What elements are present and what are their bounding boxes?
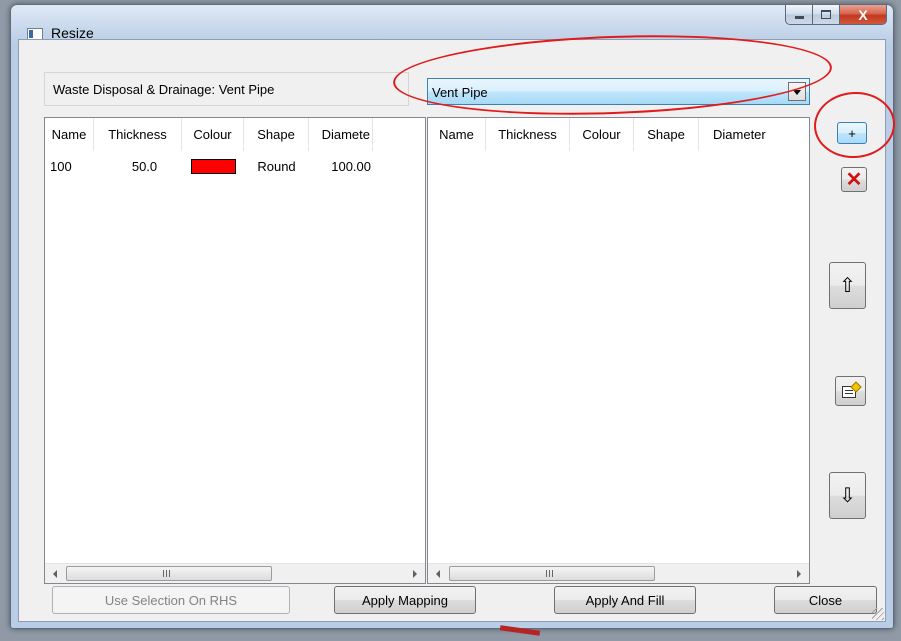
delete-button[interactable]: ✕ [841,167,867,192]
move-down-button[interactable]: ⇩ [829,472,866,519]
arrow-down-icon: ⇩ [839,485,856,507]
cell-shape: Round [257,158,296,174]
close-button[interactable]: Close [774,586,877,614]
target-list[interactable]: Name Thickness Colour Shape Diameter [427,117,810,584]
title-bar[interactable]: Resize X [11,5,893,41]
scroll-right-icon[interactable] [406,564,424,583]
cell-thickness: 50.0 [131,158,158,174]
column-header-shape[interactable]: Shape [634,118,699,151]
target-type-dropdown[interactable]: Vent Pipe [427,78,810,105]
column-header-name[interactable]: Name [428,118,486,151]
table-row[interactable]: 100 50.0 Round 100.00 [45,156,373,176]
cell-name: 100 [50,158,72,174]
target-list-header: Name Thickness Colour Shape Diameter [428,118,809,151]
column-header-shape[interactable]: Shape [244,118,309,151]
maximize-icon [821,10,831,19]
column-header-name[interactable]: Name [45,118,94,151]
cell-diameter: 100.00 [331,158,371,174]
dialog-client-area: Waste Disposal & Drainage: Vent Pipe Ven… [18,39,886,622]
minimize-icon [794,16,804,19]
delete-x-icon: ✕ [845,169,863,191]
plus-icon: + [848,125,856,141]
resize-grip-icon[interactable] [872,608,884,620]
caption-buttons: X [785,5,887,26]
cell-colour [182,156,244,176]
source-list[interactable]: Name Thickness Colour Shape Diamete 100 … [44,117,426,584]
target-list-horizontal-scrollbar[interactable] [428,563,809,583]
close-window-button[interactable]: X [840,5,887,25]
column-header-thickness[interactable]: Thickness [486,118,570,151]
column-header-diameter[interactable]: Diamete [309,118,373,151]
source-list-header: Name Thickness Colour Shape Diamete [45,118,373,151]
scroll-left-icon[interactable] [46,564,64,583]
scrollbar-grip-icon [546,570,554,577]
column-header-thickness[interactable]: Thickness [94,118,182,151]
chevron-down-icon[interactable] [788,82,806,101]
source-list-horizontal-scrollbar[interactable] [45,563,425,583]
properties-button[interactable] [835,376,866,406]
maximize-button[interactable] [813,5,840,25]
apply-mapping-button[interactable]: Apply Mapping [334,586,476,614]
column-header-colour[interactable]: Colour [570,118,634,151]
scrollbar-thumb[interactable] [449,566,655,581]
close-icon: X [858,6,868,23]
use-selection-button[interactable]: Use Selection On RHS [52,586,290,614]
column-header-colour[interactable]: Colour [182,118,244,151]
column-header-diameter[interactable]: Diameter [699,118,809,151]
apply-and-fill-button[interactable]: Apply And Fill [554,586,696,614]
arrow-up-icon: ⇧ [839,275,856,297]
scrollbar-grip-icon [163,570,171,577]
add-button[interactable]: + [837,122,867,144]
target-type-value: Vent Pipe [432,85,488,100]
scrollbar-thumb[interactable] [66,566,272,581]
resize-dialog: Resize X Waste Disposal & Drainage: Vent… [10,4,894,629]
source-path-label: Waste Disposal & Drainage: Vent Pipe [44,72,409,106]
minimize-button[interactable] [785,5,813,25]
move-up-button[interactable]: ⇧ [829,262,866,309]
scroll-right-icon[interactable] [790,564,808,583]
properties-icon [841,381,862,399]
scroll-left-icon[interactable] [429,564,447,583]
colour-swatch [190,158,236,174]
